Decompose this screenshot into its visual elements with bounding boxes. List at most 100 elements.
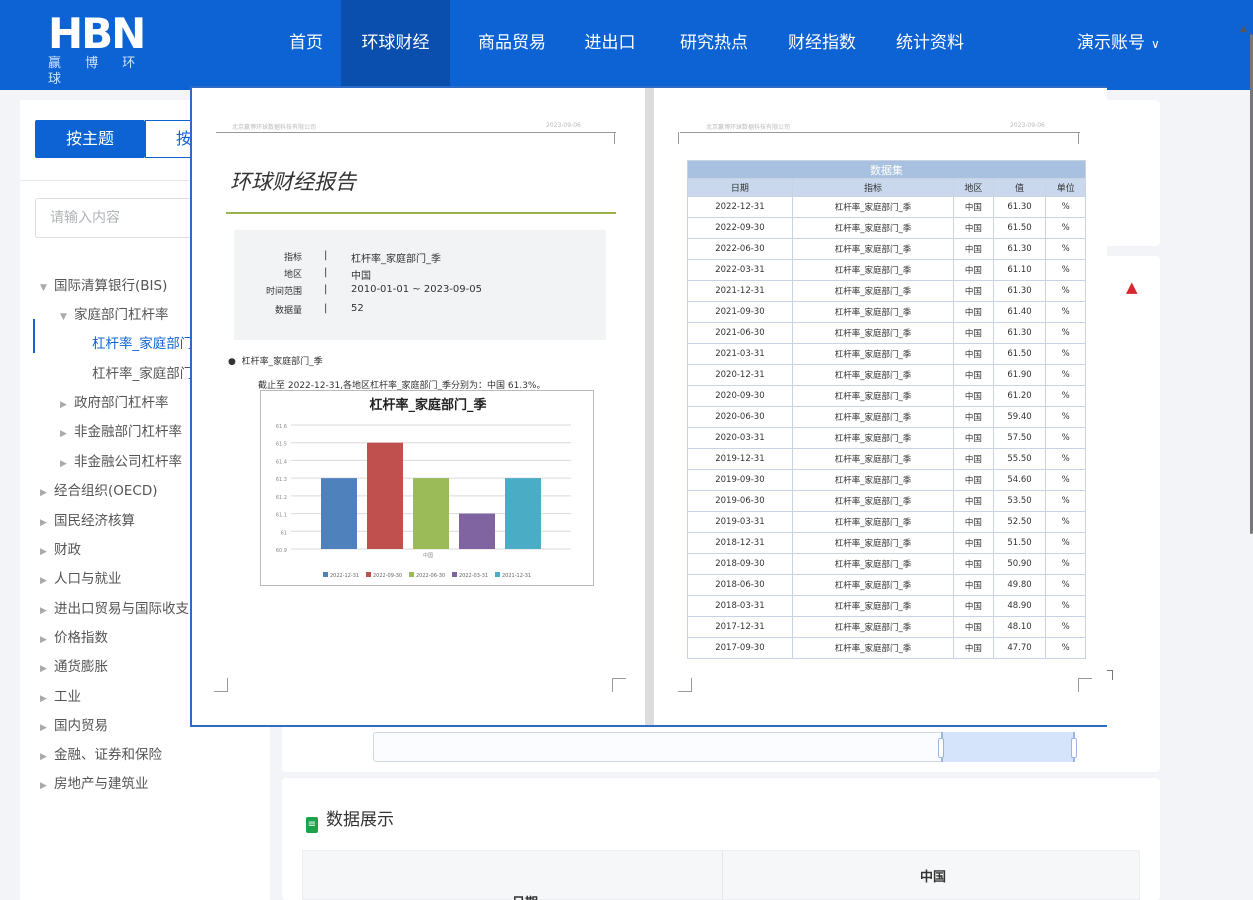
scroll-up-icon[interactable]: ▲ <box>1240 24 1247 34</box>
chevron-right-icon: ▶ <box>40 576 47 586</box>
table-row: 2022-12-31 杠杆率_家庭部门_季 中国 61.30% <box>687 196 1086 218</box>
table-cell: 中国 <box>953 259 994 281</box>
table-cell: 杠杆率_家庭部门_季 <box>791 406 955 428</box>
tree-item[interactable]: ▶ 金融、证券和保险 <box>40 743 162 763</box>
table-cell: 中国 <box>953 196 994 218</box>
table-cell: % <box>1045 364 1086 386</box>
page-header-company: 北京赢博环球数据科技有限公司 <box>232 124 317 131</box>
table-cell: 54.60 <box>992 469 1047 491</box>
legend-label: 2022-12-31 <box>330 573 359 579</box>
chevron-right-icon: ▶ <box>60 429 67 439</box>
table-cell: % <box>1045 553 1086 575</box>
tree-item[interactable]: ▶ 房地产与建筑业 <box>40 772 149 792</box>
nav-import-export[interactable]: 进出口 <box>570 0 650 90</box>
legend-swatch <box>323 572 328 577</box>
table-cell: 2018-06-30 <box>687 574 793 596</box>
table-row: 2018-12-31 杠杆率_家庭部门_季 中国 51.50% <box>687 532 1086 554</box>
table-cell: % <box>1045 301 1086 323</box>
range-slider-right-handle[interactable] <box>1071 738 1077 758</box>
chart-bar <box>321 478 357 549</box>
table-cell: % <box>1045 343 1086 365</box>
tree-item[interactable]: ▼ 国际清算银行(BIS) <box>40 274 167 294</box>
tree-item[interactable]: ▶ 非金融部门杠杆率 <box>60 420 182 440</box>
table-cell: % <box>1045 385 1086 407</box>
y-tick-label: 61 <box>281 530 287 536</box>
tree-item[interactable]: ▶ 政府部门杠杆率 <box>60 391 169 411</box>
table-cell: 61.50 <box>992 343 1047 365</box>
tree-item[interactable]: ▶ 价格指数 <box>40 626 108 646</box>
table-cell: 杠杆率_家庭部门_季 <box>791 595 955 617</box>
y-tick-label: 61.2 <box>276 495 287 501</box>
tree-item[interactable]: ▶ 财政 <box>40 538 81 558</box>
page-header-date: 2023-09-06 <box>1010 122 1045 129</box>
y-tick-label: 61.1 <box>276 513 287 519</box>
tab-by-theme[interactable]: 按主题 <box>35 120 145 158</box>
table-cell: 中国 <box>953 364 994 386</box>
tree-item[interactable]: ▼ 家庭部门杠杆率 <box>60 303 169 323</box>
table-row: 2022-03-31 杠杆率_家庭部门_季 中国 61.10% <box>687 259 1086 281</box>
y-tick-label: 61.5 <box>276 442 287 448</box>
data-display-heading: ≡ 数据展示 <box>306 805 394 833</box>
tree-item[interactable]: ▶ 非金融公司杠杆率 <box>60 450 182 470</box>
nav-research-topics[interactable]: 研究热点 <box>664 0 764 90</box>
tree-item[interactable]: ▶ 国内贸易 <box>40 714 108 734</box>
report-preview: 北京赢博环球数据科技有限公司 2023-09-06 环球财经报告 指标 | 杠杆率_… <box>190 86 1107 727</box>
table-cell: 杠杆率_家庭部门_季 <box>791 301 955 323</box>
nav-global-finance[interactable]: 环球财经 <box>341 0 450 90</box>
table-cell: 杠杆率_家庭部门_季 <box>791 217 955 239</box>
table-cell: 57.50 <box>992 427 1047 449</box>
nav-home[interactable]: 首页 <box>272 0 340 90</box>
table-cell: 中国 <box>953 343 994 365</box>
tree-item[interactable]: ▶ 国民经济核算 <box>40 509 135 529</box>
tree-item[interactable]: ▶ 经合组织(OECD) <box>40 479 158 499</box>
x-tick-label: 中国 <box>423 552 433 559</box>
brand-logo[interactable]: HBN 赢 博 环 球 <box>48 12 148 88</box>
nav-statistics[interactable]: 统计资料 <box>880 0 980 90</box>
tree-item[interactable]: ▶ 进出口贸易与国际收支 <box>40 597 189 617</box>
chevron-down-icon: ∨ <box>1151 37 1160 51</box>
table-cell: 2018-09-30 <box>687 553 793 575</box>
range-slider-left-handle[interactable] <box>938 738 944 758</box>
table-cell: 2020-12-31 <box>687 364 793 386</box>
tree-item-label: 通货膨胀 <box>54 659 108 675</box>
page-header-rule <box>216 132 616 133</box>
table-cell: 中国 <box>953 406 994 428</box>
window-scrollbar[interactable]: ▲ <box>1238 20 1253 540</box>
tree-item-label: 经合组织(OECD) <box>54 483 158 499</box>
table-cell: 杠杆率_家庭部门_季 <box>791 574 955 596</box>
tree-item-label: 家庭部门杠杆率 <box>74 307 169 323</box>
chevron-right-icon: ▶ <box>40 488 47 498</box>
range-slider-window[interactable] <box>941 732 1075 762</box>
table-cell: % <box>1045 616 1086 638</box>
table-cell: 杠杆率_家庭部门_季 <box>791 532 955 554</box>
legend-label: 2022-06-30 <box>416 573 445 579</box>
tree-item[interactable]: ▶ 通货膨胀 <box>40 655 108 675</box>
y-tick-label: 60.9 <box>276 548 287 554</box>
bullet-text: 杠杆率_家庭部门_季 <box>241 357 323 367</box>
active-item-indicator <box>33 319 35 353</box>
table-cell: 2021-12-31 <box>687 280 793 302</box>
table-cell: % <box>1045 469 1086 491</box>
tree-item[interactable]: ▶ 人口与就业 <box>40 567 122 587</box>
download-icon[interactable]: ▲ <box>1126 278 1138 296</box>
table-cell: 杠杆率_家庭部门_季 <box>791 427 955 449</box>
nav-finance-index[interactable]: 财经指数 <box>772 0 872 90</box>
table-cell: 中国 <box>953 511 994 533</box>
tree-item[interactable]: ▶ 工业 <box>40 685 81 705</box>
table-cell: 61.90 <box>992 364 1047 386</box>
table-cell: % <box>1045 511 1086 533</box>
table-cell: 55.50 <box>992 448 1047 470</box>
chevron-down-icon: ▼ <box>60 312 67 322</box>
table-row: 2019-12-31 杠杆率_家庭部门_季 中国 55.50% <box>687 448 1086 470</box>
chart-bar <box>367 442 403 549</box>
table-cell: % <box>1045 217 1086 239</box>
table-cell: 杠杆率_家庭部门_季 <box>791 448 955 470</box>
tree-item-label: 政府部门杠杆率 <box>74 395 169 411</box>
tree-item-label: 工业 <box>54 689 81 705</box>
table-cell: 50.90 <box>992 553 1047 575</box>
chevron-right-icon: ▶ <box>40 664 47 674</box>
account-menu[interactable]: 演示账号 ∨ <box>1077 0 1160 90</box>
nav-commodity-trade[interactable]: 商品贸易 <box>462 0 562 90</box>
dataset-col-header: 值 <box>992 178 1047 197</box>
table-cell: 2019-12-31 <box>687 448 793 470</box>
